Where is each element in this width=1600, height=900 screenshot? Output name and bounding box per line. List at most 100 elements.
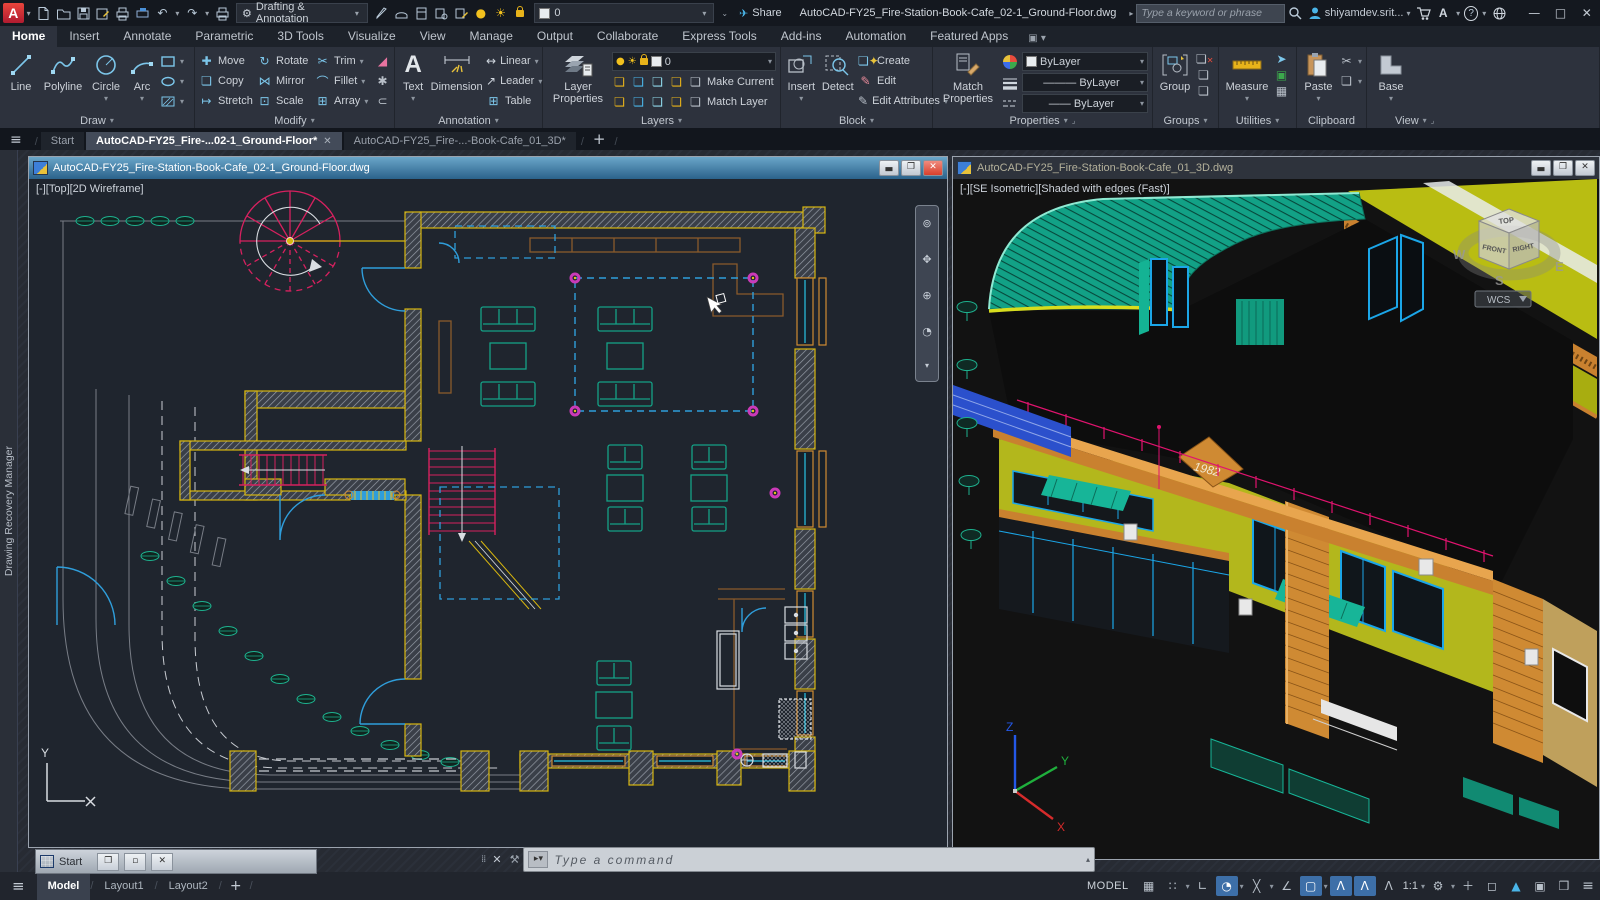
command-input-bar[interactable]: ▸▾ ▴	[523, 847, 1095, 872]
search-input[interactable]	[1136, 4, 1285, 23]
polyline-button[interactable]: Polyline	[41, 50, 85, 93]
redo-button[interactable]: ↷	[183, 4, 201, 22]
isodraft-toggle[interactable]: ╳	[1246, 876, 1268, 896]
quick-select-button[interactable]: ➤	[1274, 52, 1289, 66]
selection-rectangle[interactable]	[575, 278, 753, 411]
crosshair-button[interactable]: ＋	[1457, 876, 1479, 896]
search-icon[interactable]	[1286, 4, 1304, 22]
help-caret[interactable]: ▾	[1482, 9, 1486, 18]
layer-freeze-tool[interactable]: ❏	[650, 75, 665, 89]
wcs-dropdown[interactable]: WCS	[1475, 291, 1531, 307]
user-menu-caret[interactable]: ▾	[1406, 9, 1410, 18]
viewport-controls-3d[interactable]: [-][SE Isometric][Shaded with edges (Fas…	[960, 183, 1170, 195]
model-tab[interactable]: Model	[37, 872, 91, 900]
layer-unisolate-tool[interactable]: ❏	[631, 95, 646, 109]
minimize-button[interactable]: —	[1521, 1, 1547, 25]
tab-parametric[interactable]: Parametric	[183, 26, 265, 47]
maximize-button[interactable]: □	[1547, 1, 1573, 25]
layer-search-icon[interactable]	[432, 4, 450, 22]
layer-properties-button[interactable]: Layer Properties	[547, 50, 609, 105]
layers-panel-label[interactable]: Layers▾	[543, 113, 780, 128]
command-wrench-icon[interactable]: ⚒	[510, 853, 520, 866]
create-block-button[interactable]: ❏✦Create	[858, 52, 928, 70]
model-space-badge[interactable]: MODEL	[1087, 880, 1129, 892]
tab-3d-tools[interactable]: 3D Tools	[265, 26, 335, 47]
layer-on-bulb-icon[interactable]: ●	[472, 4, 490, 22]
polar-caret[interactable]: ▾	[1240, 882, 1244, 891]
rectangle-tool-button[interactable]: ▾	[160, 52, 184, 70]
tab-visualize[interactable]: Visualize	[336, 26, 408, 47]
window-3d[interactable]: AutoCAD-FY25_Fire-Station-Book-Cafe_01_3…	[952, 156, 1600, 860]
explode-button[interactable]: ✱	[375, 72, 390, 90]
tab-home[interactable]: Home	[0, 26, 57, 47]
tab-featured-apps[interactable]: Featured Apps	[918, 26, 1020, 47]
annotation-visibility-toggle[interactable]: Λ	[1330, 876, 1352, 896]
close-tab-icon[interactable]: ✕	[323, 136, 331, 147]
linetype-dropdown[interactable]: —— ByLayer▾	[1022, 94, 1148, 113]
search-scope-caret[interactable]: ▸	[1129, 9, 1133, 18]
pan-icon[interactable]: ✥	[922, 253, 931, 266]
layer-on-tool[interactable]: ❏	[612, 95, 627, 109]
user-avatar-icon[interactable]	[1306, 4, 1324, 22]
quick-layer-dropdown[interactable]: 0 ▾	[534, 3, 714, 23]
window-ground-floor[interactable]: AutoCAD-FY25_Fire-Station-Book-Cafe_02-1…	[28, 156, 948, 848]
tab-annotate[interactable]: Annotate	[111, 26, 183, 47]
erase-button[interactable]: ◢	[375, 52, 390, 70]
undo-caret[interactable]: ▾	[175, 9, 179, 18]
trim-button[interactable]: ✂Trim▾	[315, 52, 372, 70]
detect-button[interactable]: Detect	[821, 50, 855, 93]
group-edit-button[interactable]: ❏	[1196, 68, 1211, 82]
scale-button[interactable]: ⊡Scale	[257, 92, 312, 110]
annotation-panel-label[interactable]: Annotation▾	[395, 113, 542, 128]
qat-overflow-caret[interactable]: ⌄	[721, 9, 728, 18]
edit-block-button[interactable]: ✎Edit	[858, 72, 928, 90]
sheetset-icon[interactable]	[393, 4, 411, 22]
autocad-logo[interactable]: A	[3, 3, 24, 23]
save-icon[interactable]	[74, 4, 92, 22]
nav-more-icon[interactable]: ▾	[925, 361, 929, 370]
linear-button[interactable]: ↔Linear▾	[486, 52, 538, 70]
stretch-button[interactable]: ↦Stretch	[199, 92, 254, 110]
tab-insert[interactable]: Insert	[57, 26, 111, 47]
autodesk-app-caret[interactable]: ▾	[1456, 9, 1460, 18]
copy-button[interactable]: ❏Copy	[199, 72, 254, 90]
rotate-button[interactable]: ↻Rotate	[257, 52, 312, 70]
layer-bulb-icon[interactable]: ●	[616, 56, 625, 67]
measure-button[interactable]: Measure▾	[1223, 50, 1271, 103]
child2-minimize-button[interactable]: ▃	[1531, 160, 1551, 176]
start-maximize-button[interactable]: ▫	[124, 853, 146, 871]
layer-edit-icon[interactable]	[452, 4, 470, 22]
save-as-icon[interactable]	[94, 4, 112, 22]
plot-icon[interactable]	[114, 4, 132, 22]
nav-wheel-icon[interactable]: ⊚	[922, 217, 931, 230]
leader-button[interactable]: ↗Leader▾	[486, 72, 538, 90]
ground-floor-titlebar[interactable]: AutoCAD-FY25_Fire-Station-Book-Cafe_02-1…	[29, 157, 947, 179]
status-customize-menu[interactable]: ≡	[1577, 876, 1599, 896]
annotation-autoscale-toggle[interactable]: Λ	[1354, 876, 1376, 896]
ribbon-display-toggle[interactable]: ▣ ▾	[1028, 33, 1046, 44]
workspace-switcher[interactable]: ⚙ Drafting & Annotation ▾	[236, 3, 368, 23]
model-3d-drawing[interactable]: 1982	[953, 179, 1597, 859]
layer-off-tool[interactable]: ❏	[612, 75, 627, 89]
tab-view[interactable]: View	[408, 26, 458, 47]
annotation-scale-caret[interactable]: ▾	[1421, 882, 1425, 891]
child-minimize-button[interactable]: ▃	[879, 160, 899, 176]
tab-automation[interactable]: Automation	[833, 26, 918, 47]
drawing-recovery-manager-tab[interactable]: Drawing Recovery Manager	[0, 150, 18, 872]
ellipse-tool-button[interactable]: ▾	[160, 72, 184, 90]
file-tab-menu-icon[interactable]: ≡	[10, 132, 22, 148]
command-scroll-up-icon[interactable]: ▴	[1086, 855, 1090, 864]
logo-menu-caret[interactable]: ▾	[27, 9, 31, 18]
hatch-tool-button[interactable]: ▾	[160, 92, 184, 110]
properties-panel-launcher[interactable]: ⌟	[1072, 116, 1076, 125]
graphics-performance-icon[interactable]: ▣	[1529, 876, 1551, 896]
child2-close-button[interactable]: ✕	[1575, 160, 1595, 176]
dimension-button[interactable]: Dimension	[430, 50, 483, 93]
modify-panel-label[interactable]: Modify▾	[195, 113, 394, 128]
snap-toggle[interactable]: ∷	[1162, 876, 1184, 896]
layout1-tab[interactable]: Layout1	[93, 872, 154, 900]
isodraft-caret[interactable]: ▾	[1270, 882, 1274, 891]
orbit-icon[interactable]: ◔	[922, 325, 932, 338]
base-button[interactable]: Base▾	[1371, 50, 1411, 103]
copy-clip-button[interactable]: ❏▾	[1339, 72, 1362, 90]
